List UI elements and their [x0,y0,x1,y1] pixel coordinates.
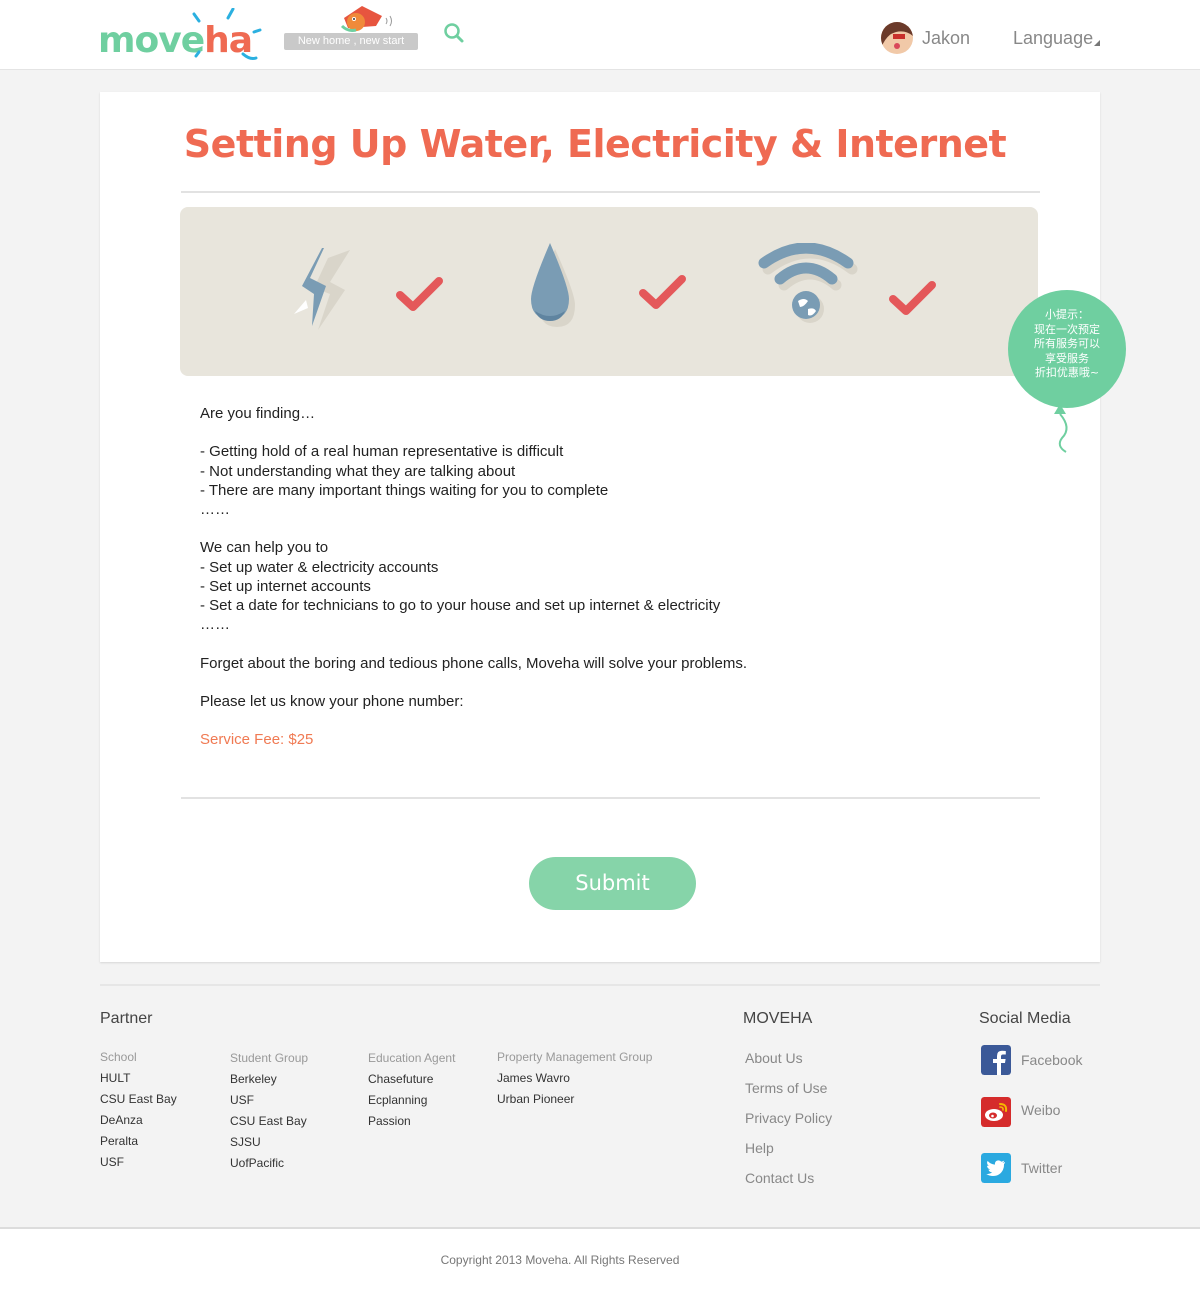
mascot-bird-icon [340,6,392,32]
partner-link[interactable]: Ecplanning [368,1090,455,1111]
help-link[interactable]: Help [745,1140,774,1156]
partner-link[interactable]: USF [230,1090,308,1111]
tip-balloon: 小提示： 现在一次预定 所有服务可以 享受服务 折扣优惠哦~ [1008,290,1126,408]
service-card: Setting Up Water, Electricity & Internet [100,92,1100,962]
terms-of-use-link[interactable]: Terms of Use [745,1080,827,1096]
check-icon-electricity [396,277,443,311]
partner-category: Property Management Group [497,1050,653,1064]
internet-wifi-icon [758,243,858,323]
partner-category: School [100,1050,137,1064]
partner-link[interactable]: DeAnza [100,1110,177,1131]
copyright-text: Copyright 2013 Moveha. All Rights Reserv… [440,1253,680,1267]
tagline: New home , new start [284,33,418,50]
tip-line: 折扣优惠哦~ [1034,366,1100,379]
problem-ellipsis: …… [200,501,230,518]
moveha-heading: MOVEHA [743,1010,813,1027]
copyright-bar: Copyright 2013 Moveha. All Rights Reserv… [0,1227,1200,1308]
partner-link[interactable]: SJSU [230,1132,308,1153]
weibo-link[interactable]: Weibo [1021,1102,1060,1118]
problem-item: - Not understanding what they are talkin… [200,462,516,480]
header: moveha New home , new start Jakon Langua… [0,0,1200,70]
partner-link[interactable]: James Wavro [497,1068,652,1089]
social-media-heading: Social Media [979,1010,1071,1027]
partner-link[interactable]: Chasefuture [368,1069,455,1090]
partner-link[interactable]: UofPacific [230,1153,308,1174]
partner-link[interactable]: CSU East Bay [100,1089,177,1110]
language-caret-icon[interactable] [1094,40,1100,46]
twitter-icon[interactable] [981,1153,1011,1183]
phone-prompt: Please let us know your phone number: [200,692,464,710]
tip-line: 现在一次预定 [1034,322,1100,336]
closing-text: Forget about the boring and tedious phon… [200,654,747,672]
partner-link[interactable]: HULT [100,1068,177,1089]
facebook-link[interactable]: Facebook [1021,1052,1082,1068]
tip-line: 享受服务 [1045,351,1089,365]
mascot-tagline: New home , new start [284,4,420,52]
submit-button[interactable]: Submit [529,857,696,910]
partner-link[interactable]: Berkeley [230,1069,308,1090]
moveha-logo[interactable]: moveha [98,8,268,66]
partner-category: Student Group [230,1051,309,1065]
service-fee: Service Fee: $25 [200,731,314,749]
electricity-icon [294,248,350,330]
logo-rays-icon [192,8,262,60]
balloon-string-icon [1054,404,1068,453]
language-selector[interactable]: Language [1013,28,1093,49]
partner-heading: Partner [100,1010,153,1027]
intro-text: Are you finding… [200,405,316,422]
partner-column-student-group: Student Group Berkeley USF CSU East Bay … [230,1048,308,1174]
twitter-link[interactable]: Twitter [1021,1160,1062,1176]
partner-column-school: School HULT CSU East Bay DeAnza Peralta … [100,1047,177,1173]
check-icon-internet [889,281,936,315]
privacy-policy-link[interactable]: Privacy Policy [745,1110,832,1126]
title-divider [181,191,1040,193]
problem-item: - There are many important things waitin… [200,481,609,499]
partner-link[interactable]: USF [100,1152,177,1173]
partner-link[interactable]: Peralta [100,1131,177,1152]
weibo-icon[interactable] [981,1097,1011,1127]
footer-divider [100,984,1100,986]
partner-column-property-management: Property Management Group James Wavro Ur… [497,1047,652,1110]
tip-line: 所有服务可以 [1034,337,1100,350]
services-banner [180,207,1038,376]
contact-us-link[interactable]: Contact Us [745,1170,814,1186]
facebook-icon[interactable] [981,1045,1011,1075]
partner-column-education-agent: Education Agent Chasefuture Ecplanning P… [368,1048,455,1132]
check-icon-water [639,275,686,309]
help-item: - Set a date for technicians to go to yo… [200,597,721,614]
form-divider [181,797,1040,799]
help-ellipsis: …… [200,616,230,634]
page-title: Setting Up Water, Electricity & Internet [183,122,1007,166]
partner-category: Education Agent [368,1051,456,1065]
username-link[interactable]: Jakon [922,28,970,49]
help-heading: We can help you to [200,539,329,557]
tip-line: 小提示： [1045,308,1089,321]
partner-link[interactable]: Urban Pioneer [497,1089,652,1110]
partner-link[interactable]: Passion [368,1111,455,1132]
about-us-link[interactable]: About Us [745,1050,803,1066]
help-item: - Set up water & electricity accounts [200,558,439,576]
avatar[interactable] [881,22,913,54]
water-drop-icon [531,243,575,327]
partner-link[interactable]: CSU East Bay [230,1111,308,1132]
search-icon[interactable] [443,22,465,44]
problem-item: - Getting hold of a real human represent… [200,443,564,461]
service-description: Are you finding… - Getting hold of a rea… [200,404,960,750]
help-item: - Set up internet accounts [200,577,371,595]
